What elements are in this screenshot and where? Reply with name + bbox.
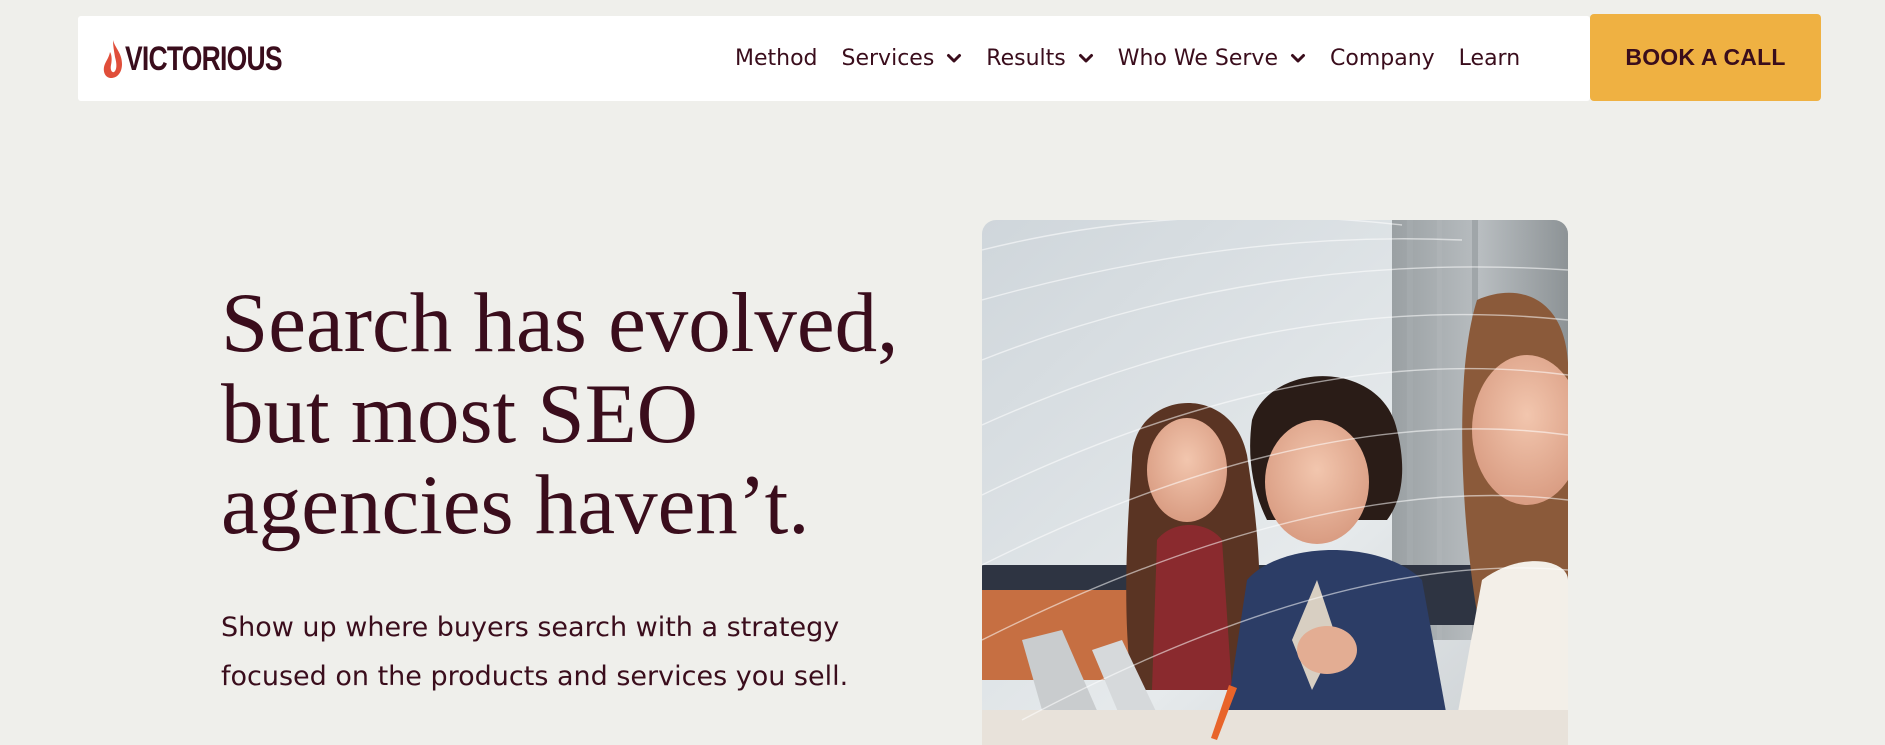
nav-item-label: Company xyxy=(1330,46,1435,71)
main-nav: Method Services Results Who We Serve Com… xyxy=(735,16,1520,101)
hero-photo xyxy=(982,220,1568,745)
nav-item-services[interactable]: Services xyxy=(842,46,963,71)
nav-item-label: Method xyxy=(735,46,818,71)
nav-item-label: Services xyxy=(841,46,935,71)
chevron-down-icon xyxy=(1291,54,1305,63)
nav-item-method[interactable]: Method xyxy=(735,46,818,71)
hero-subtext: Show up where buyers search with a strat… xyxy=(221,612,849,692)
hero-image xyxy=(982,220,1568,745)
navbar: VICTORIOUS Method Services Results Who W… xyxy=(78,16,1590,101)
nav-item-label: Results xyxy=(986,46,1066,71)
nav-item-company[interactable]: Company xyxy=(1330,46,1435,71)
flame-icon xyxy=(103,40,122,78)
nav-item-label: Who We Serve xyxy=(1117,46,1278,71)
chevron-down-icon xyxy=(947,54,962,63)
nav-item-learn[interactable]: Learn xyxy=(1459,46,1521,71)
book-a-call-button[interactable]: BOOK A CALL xyxy=(1590,14,1821,101)
chevron-down-icon xyxy=(1078,54,1093,63)
hero-headline: Search has evolved, but most SEO agencie… xyxy=(221,276,899,552)
nav-item-label: Learn xyxy=(1458,46,1521,71)
logo[interactable]: VICTORIOUS xyxy=(102,39,326,79)
nav-item-results[interactable]: Results xyxy=(986,46,1093,71)
nav-item-who-we-serve[interactable]: Who We Serve xyxy=(1118,46,1306,71)
logo-text: VICTORIOUS xyxy=(125,40,283,78)
